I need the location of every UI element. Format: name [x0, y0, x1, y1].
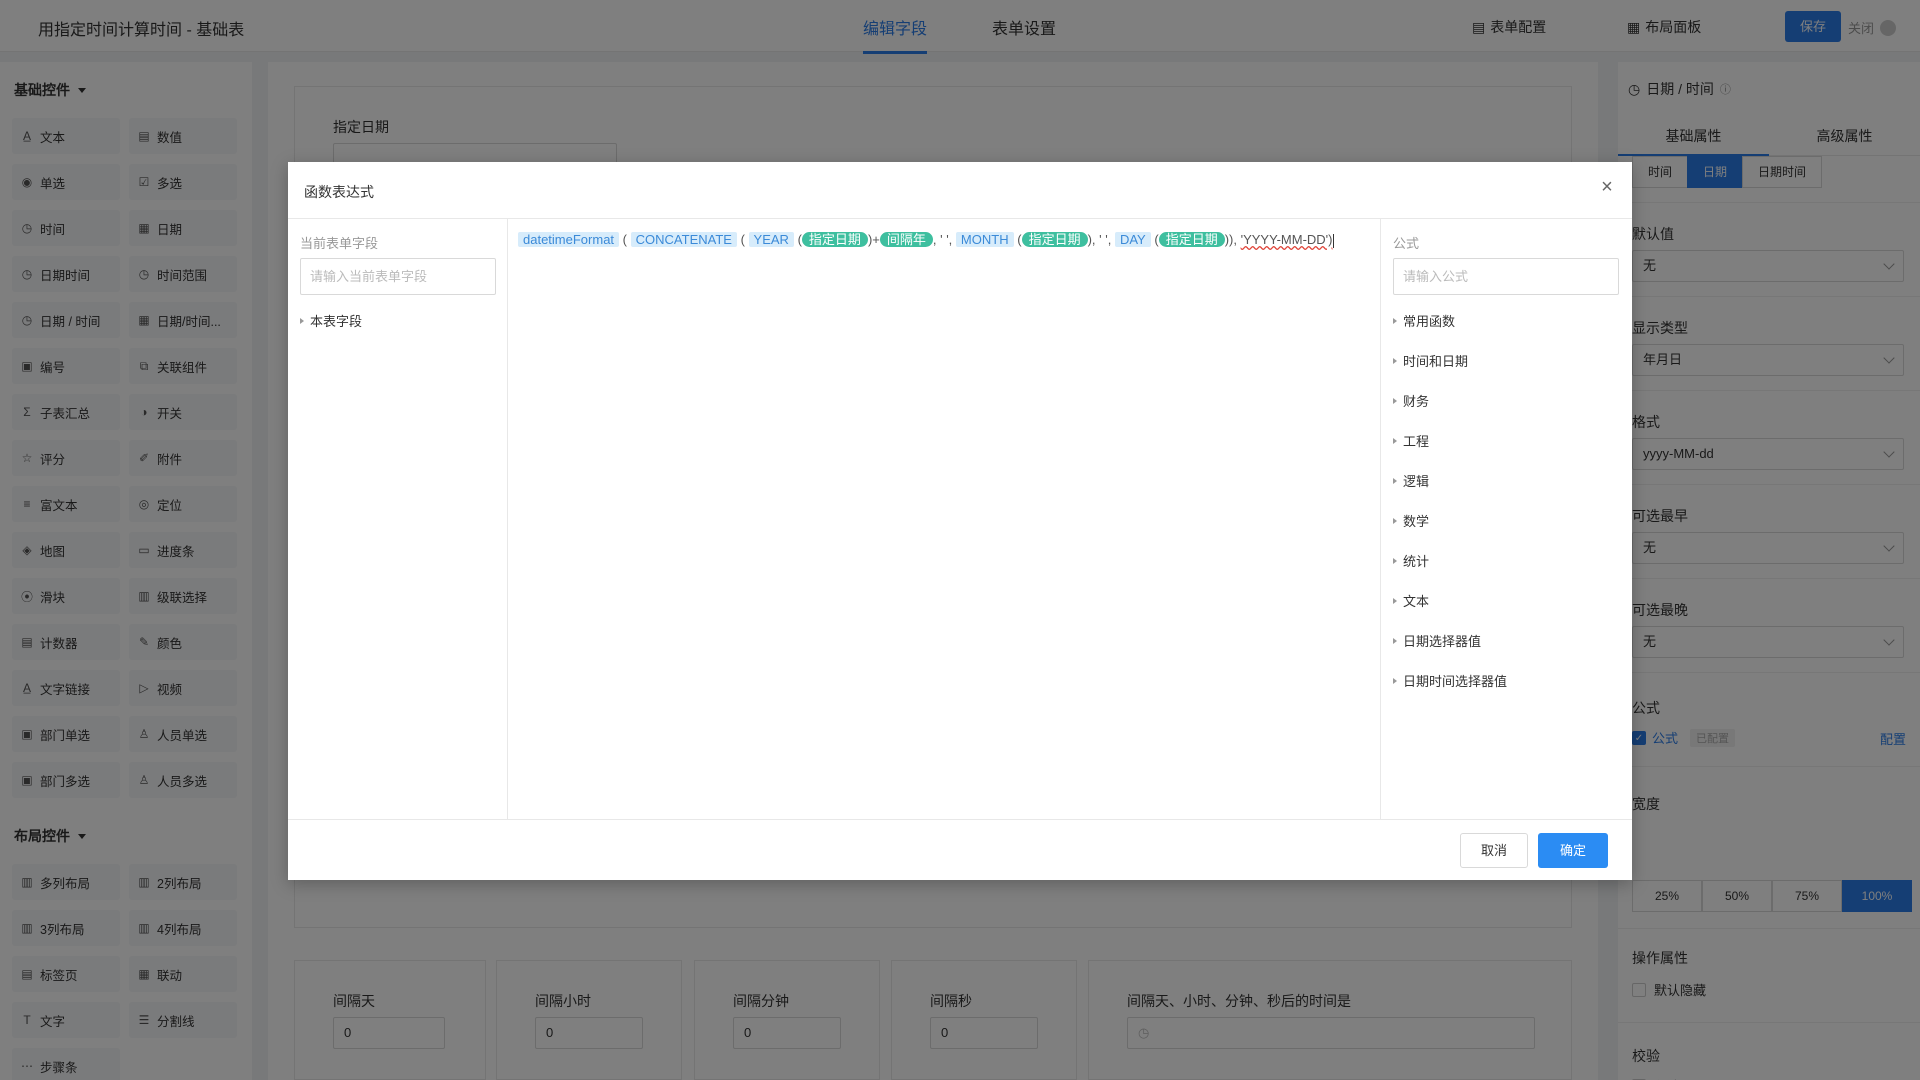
field-token[interactable]: 间隔年 — [879, 232, 933, 247]
function-category[interactable]: 常用函数 — [1393, 311, 1455, 330]
punct-token: ( — [740, 232, 745, 247]
tree-item-label: 本表字段 — [310, 314, 363, 329]
fn-token[interactable]: MONTH — [955, 232, 1014, 247]
function-category-label: 数学 — [1403, 514, 1430, 529]
fn-token[interactable]: CONCATENATE — [630, 232, 737, 247]
function-category-label: 逻辑 — [1403, 474, 1430, 489]
function-category[interactable]: 日期时间选择器值 — [1393, 671, 1507, 690]
fn-token[interactable]: DAY — [1114, 232, 1151, 247]
form-field-search-input[interactable]: 请输入当前表单字段 — [300, 258, 496, 295]
function-category-label: 常用函数 — [1403, 314, 1456, 329]
function-category[interactable]: 文本 — [1393, 591, 1429, 610]
caret-right-icon — [1393, 437, 1397, 444]
caret-right-icon — [300, 317, 304, 324]
punct-token: )), — [1224, 232, 1237, 247]
caret-right-icon — [1393, 637, 1397, 644]
punct-token: ), ' ', — [1087, 232, 1112, 247]
function-category-label: 文本 — [1403, 594, 1430, 609]
field-token[interactable]: 指定日期 — [801, 232, 868, 247]
function-category[interactable]: 统计 — [1393, 551, 1429, 570]
punct-token: )+ — [867, 232, 880, 247]
field-token[interactable]: 指定日期 — [1158, 232, 1225, 247]
string-token: 'YYYY-MM-DD') — [1240, 232, 1333, 247]
formula-editor[interactable]: datetimeFormat ( CONCATENATE ( YEAR (指定日… — [508, 219, 1381, 819]
punct-token: , ' ', — [932, 232, 953, 247]
function-category-label: 日期选择器值 — [1403, 634, 1482, 649]
caret-right-icon — [1393, 517, 1397, 524]
function-category-label: 日期时间选择器值 — [1403, 674, 1508, 689]
function-category-label: 时间和日期 — [1403, 354, 1469, 369]
function-category[interactable]: 工程 — [1393, 431, 1429, 450]
dialog-header: 函数表达式 × — [288, 162, 1632, 219]
function-category-label: 工程 — [1403, 434, 1430, 449]
function-category[interactable]: 财务 — [1393, 391, 1429, 410]
caret-right-icon — [1393, 397, 1397, 404]
function-search-input[interactable]: 请输入公式 — [1393, 258, 1619, 295]
caret-right-icon — [1393, 477, 1397, 484]
field-token[interactable]: 指定日期 — [1021, 232, 1088, 247]
formula-expression[interactable]: datetimeFormat ( CONCATENATE ( YEAR (指定日… — [518, 231, 1378, 248]
punct-token: ( — [1017, 232, 1022, 247]
fn-token[interactable]: datetimeFormat — [518, 232, 620, 247]
function-category-label: 统计 — [1403, 554, 1430, 569]
cancel-button[interactable]: 取消 — [1460, 833, 1528, 868]
punct-token: ( — [622, 232, 628, 247]
dialog-footer: 取消 确定 — [288, 819, 1632, 880]
function-category[interactable]: 日期选择器值 — [1393, 631, 1481, 650]
caret-right-icon — [1393, 677, 1397, 684]
caret-right-icon — [1393, 317, 1397, 324]
function-list-pane: 公式 请输入公式 常用函数时间和日期财务工程逻辑数学统计文本日期选择器值日期时间… — [1381, 219, 1632, 819]
tree-item-this-table-fields[interactable]: 本表字段 — [300, 311, 362, 330]
caret-right-icon — [1393, 557, 1397, 564]
fn-token[interactable]: YEAR — [748, 232, 794, 247]
form-fields-pane: 当前表单字段 请输入当前表单字段 本表字段 — [288, 219, 508, 819]
function-expression-dialog: 函数表达式 × 当前表单字段 请输入当前表单字段 本表字段 datetimeFo… — [288, 162, 1632, 880]
caret-right-icon — [1393, 357, 1397, 364]
function-category[interactable]: 时间和日期 — [1393, 351, 1468, 370]
close-icon[interactable]: × — [1596, 176, 1618, 198]
function-list-label: 公式 — [1393, 236, 1420, 251]
function-category-label: 财务 — [1403, 394, 1430, 409]
dialog-title: 函数表达式 — [304, 184, 374, 200]
function-category[interactable]: 数学 — [1393, 511, 1429, 530]
form-fields-label: 当前表单字段 — [300, 236, 379, 251]
function-category[interactable]: 逻辑 — [1393, 471, 1429, 490]
text-caret — [1332, 233, 1334, 248]
caret-right-icon — [1393, 597, 1397, 604]
confirm-button[interactable]: 确定 — [1538, 833, 1608, 868]
